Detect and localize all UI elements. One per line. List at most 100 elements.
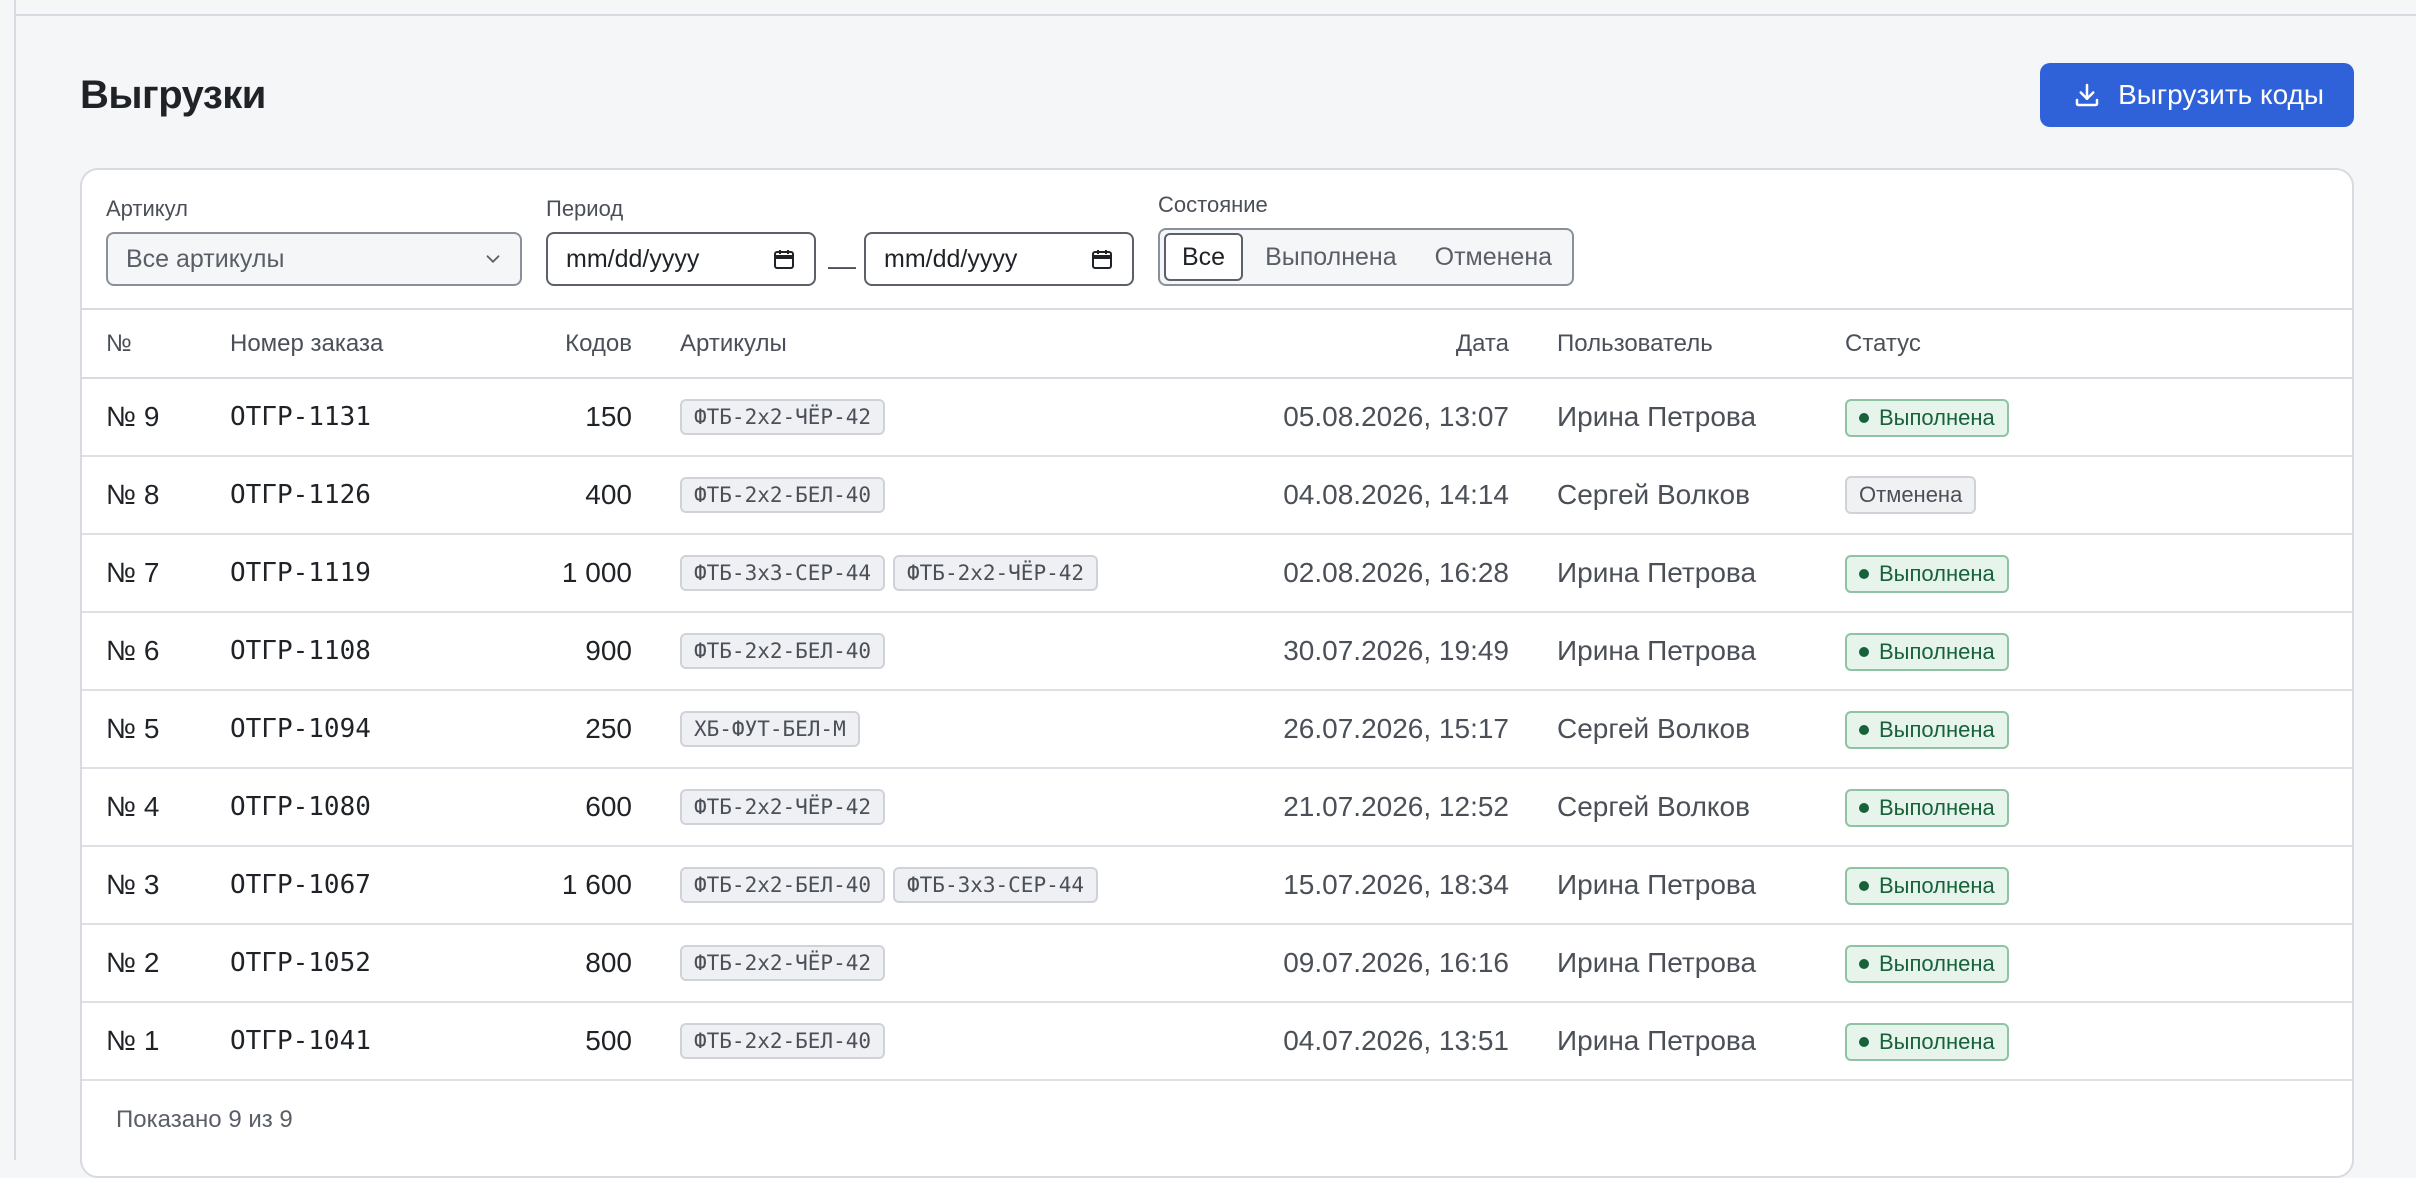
status-dot-icon [1859,568,1869,579]
article-tag: ХБ-ФУТ-БЕЛ-М [680,711,860,747]
state-filter: Состояние Все Выполнена Отменена [1158,192,1575,286]
status-badge-label: Выполнена [1879,794,1995,820]
status-badge-label: Отменена [1859,482,1963,507]
cell-articles: ФТБ-3х3-СЕР-44 ФТБ-2х2-ЧЁР-42 [632,534,1187,613]
cell-user: Ирина Петрова [1509,534,1845,613]
cell-codes: 150 [460,378,632,457]
cell-order: ОТГР-1080 [230,768,460,847]
chevron-down-icon [486,255,500,264]
cell-status: Выполнена [1845,534,2352,613]
topbar-edge [14,14,2416,16]
status-dot-icon [1859,880,1869,891]
article-tag: ФТБ-3х3-СЕР-44 [680,555,886,591]
cell-order: ОТГР-1108 [230,612,460,691]
table-row[interactable]: № 9 ОТГР-1131 150 ФТБ-2х2-ЧЁР-42 05.08.2026,… [82,378,2352,457]
table-row[interactable]: № 2 ОТГР-1052 800 ФТБ-2х2-ЧЁР-42 09.07.2026,… [82,924,2352,1003]
column-header-user[interactable]: Пользователь [1509,310,1845,379]
cell-date: 09.07.2026, 16:16 [1187,924,1509,1003]
cell-status: Выполнена [1845,1002,2352,1081]
status-dot-icon [1859,412,1869,423]
cell-codes: 1 000 [460,534,632,613]
filters-bar: Артикул Все артикулы Период mm/dd/yyyy —… [82,170,2352,310]
cell-user: Сергей Волков [1509,768,1845,847]
cell-date: 02.08.2026, 16:28 [1187,534,1509,613]
article-select-value: Все артикулы [126,244,285,273]
status-badge: Выполнена [1845,866,2009,905]
column-header-articles[interactable]: Артикулы [632,310,1187,379]
cell-articles: ФТБ-2х2-БЕЛ-40 ФТБ-3х3-СЕР-44 [632,846,1187,925]
cell-articles: ФТБ-2х2-ЧЁР-42 [632,924,1187,1003]
state-segmented-control: Все Выполнена Отменена [1158,228,1575,286]
cell-user: Ирина Петрова [1509,924,1845,1003]
cell-articles: ФТБ-2х2-БЕЛ-40 [632,612,1187,691]
article-tag: ФТБ-2х2-БЕЛ-40 [680,867,886,903]
column-header-order[interactable]: Номер заказа [230,310,460,379]
page-header: Выгрузки Выгрузить коды [80,62,2354,128]
article-tag: ФТБ-2х2-БЕЛ-40 [680,477,886,513]
cell-num: № 4 [82,768,230,847]
column-header-num[interactable]: № [82,310,230,379]
period-filter-label: Период [546,196,624,221]
state-option-cancelled[interactable]: Отменена [1419,233,1568,281]
cell-articles: ХБ-ФУТ-БЕЛ-М [632,690,1187,769]
export-codes-button[interactable]: Выгрузить коды [2040,63,2354,127]
cell-order: ОТГР-1041 [230,1002,460,1081]
cell-codes: 500 [460,1002,632,1081]
state-option-done[interactable]: Выполнена [1249,233,1413,281]
download-icon [2075,83,2099,107]
cell-num: № 7 [82,534,230,613]
table-header-row: № Номер заказа Кодов Артикулы Дата Польз… [82,310,2352,379]
status-badge: Отменена [1845,476,1977,514]
article-tag: ФТБ-2х2-БЕЛ-40 [680,1023,886,1059]
calendar-icon [1092,250,1112,269]
cell-user: Сергей Волков [1509,456,1845,535]
cell-status: Выполнена [1845,768,2352,847]
app-window: Выгрузки Выгрузить коды Артикул Все арти… [0,0,2416,1178]
status-badge-label: Выполнена [1879,716,1995,742]
status-dot-icon [1859,802,1869,813]
cell-codes: 400 [460,456,632,535]
cell-date: 30.07.2026, 19:49 [1187,612,1509,691]
column-header-date[interactable]: Дата [1187,310,1509,379]
cell-num: № 3 [82,846,230,925]
date-from-placeholder: mm/dd/yyyy [566,244,700,273]
export-codes-label: Выгрузить коды [2118,79,2324,110]
cell-codes: 800 [460,924,632,1003]
table-row[interactable]: № 6 ОТГР-1108 900 ФТБ-2х2-БЕЛ-40 30.07.2026,… [82,612,2352,691]
exports-card: Артикул Все артикулы Период mm/dd/yyyy —… [80,168,2354,1178]
status-badge: Выполнена [1845,554,2009,593]
column-header-codes[interactable]: Кодов [460,310,632,379]
status-badge-label: Выполнена [1879,872,1995,898]
date-to-group: mm/dd/yyyy [864,232,1134,286]
article-tag: ФТБ-2х2-ЧЁР-42 [680,399,886,435]
date-to-input[interactable]: mm/dd/yyyy [864,232,1134,286]
cell-user: Сергей Волков [1509,690,1845,769]
table-row[interactable]: № 4 ОТГР-1080 600 ФТБ-2х2-ЧЁР-42 21.07.2026,… [82,768,2352,847]
table-row[interactable]: № 8 ОТГР-1126 400 ФТБ-2х2-БЕЛ-40 04.08.2026,… [82,456,2352,535]
article-select[interactable]: Все артикулы [106,232,522,286]
status-badge: Выполнена [1845,788,2009,827]
cell-date: 15.07.2026, 18:34 [1187,846,1509,925]
article-tag: ФТБ-2х2-ЧЁР-42 [680,945,886,981]
status-badge-label: Выполнена [1879,638,1995,664]
calendar-icon [774,250,794,269]
article-tag: ФТБ-2х2-БЕЛ-40 [680,633,886,669]
table-row[interactable]: № 1 ОТГР-1041 500 ФТБ-2х2-БЕЛ-40 04.07.2026,… [82,1002,2352,1081]
state-option-all[interactable]: Все [1164,233,1244,281]
cell-num: № 2 [82,924,230,1003]
date-from-input[interactable]: mm/dd/yyyy [546,232,816,286]
period-filter: Период mm/dd/yyyy [546,196,816,286]
status-dot-icon [1859,958,1869,969]
cell-status: Отменена [1845,456,2352,535]
column-header-status[interactable]: Статус [1845,310,2352,379]
table-row[interactable]: № 5 ОТГР-1094 250 ХБ-ФУТ-БЕЛ-М 26.07.2026, 1… [82,690,2352,769]
cell-num: № 1 [82,1002,230,1081]
exports-table: № Номер заказа Кодов Артикулы Дата Польз… [82,310,2352,1081]
cell-status: Выполнена [1845,612,2352,691]
table-row[interactable]: № 3 ОТГР-1067 1 600 ФТБ-2х2-БЕЛ-40 ФТБ-3х3-С… [82,846,2352,925]
cell-status: Выполнена [1845,378,2352,457]
table-row[interactable]: № 7 ОТГР-1119 1 000 ФТБ-3х3-СЕР-44 ФТБ-2х2-Ч… [82,534,2352,613]
cell-articles: ФТБ-2х2-ЧЁР-42 [632,768,1187,847]
table-footer-count: Показано 9 из 9 [116,1106,293,1133]
sidebar-edge [14,0,16,1160]
